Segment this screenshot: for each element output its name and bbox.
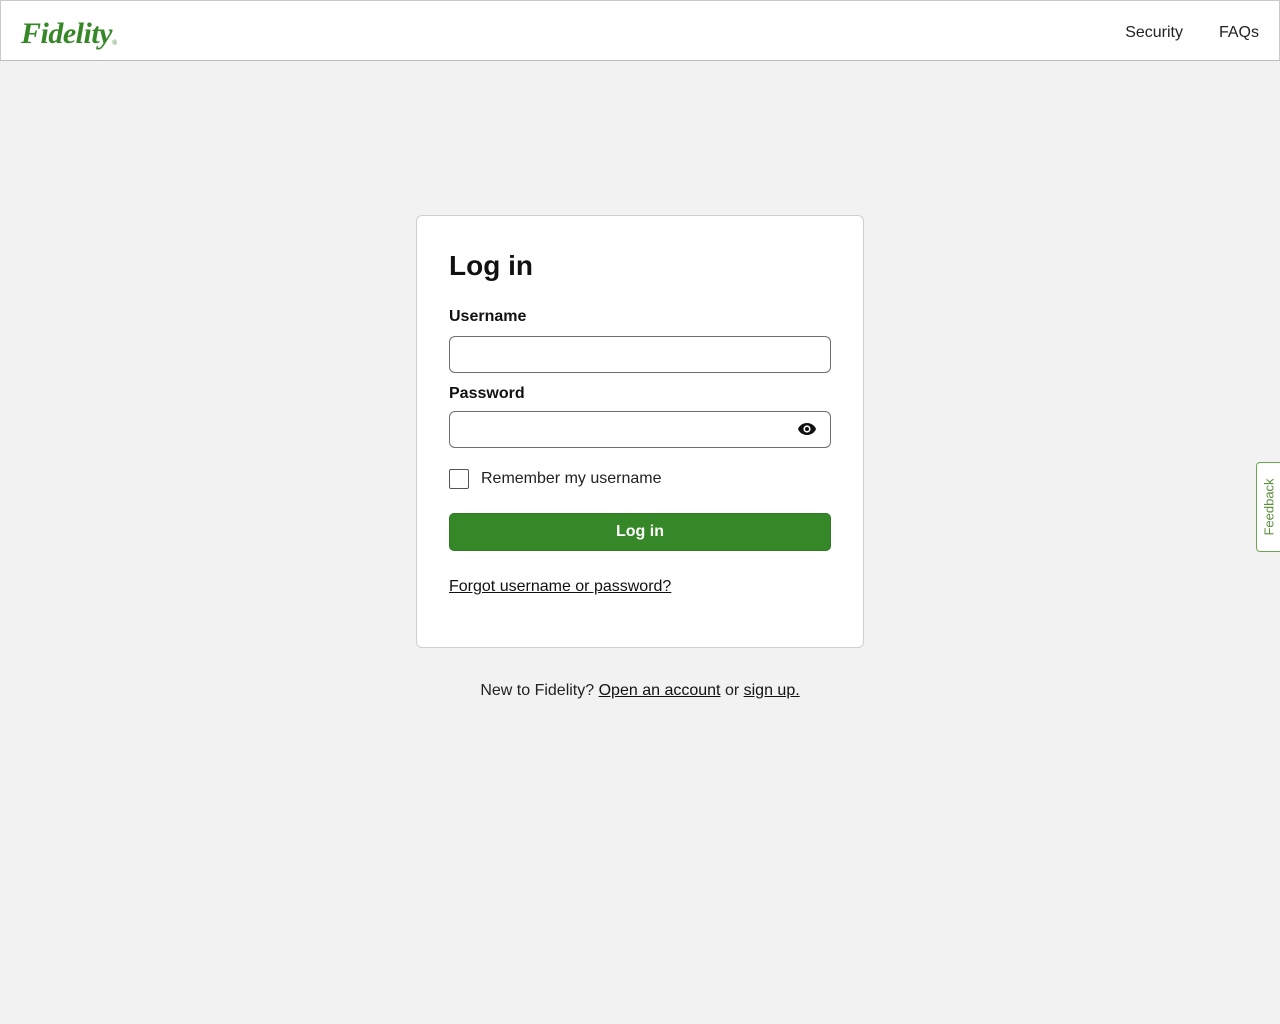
forgot-credentials-link[interactable]: Forgot username or password? — [449, 577, 671, 597]
eye-icon[interactable] — [797, 422, 817, 436]
sign-up-link[interactable]: sign up. — [744, 682, 800, 699]
password-input[interactable] — [449, 411, 831, 448]
fidelity-logo[interactable]: Fidelity® — [21, 16, 117, 59]
header-nav: Security FAQs — [1125, 23, 1259, 43]
feedback-tab[interactable]: Feedback — [1256, 462, 1280, 552]
username-input[interactable] — [449, 336, 831, 373]
new-to-fidelity-text: New to Fidelity? — [480, 682, 595, 699]
remember-username: Remember my username — [449, 469, 662, 489]
open-account-link[interactable]: Open an account — [599, 682, 721, 699]
feedback-label: Feedback — [1261, 478, 1276, 536]
login-card: Log in Username Password Remember my use… — [416, 215, 864, 648]
new-to-fidelity: New to Fidelity? Open an account or sign… — [0, 681, 1280, 701]
remember-label[interactable]: Remember my username — [481, 469, 662, 489]
nav-faqs-link[interactable]: FAQs — [1219, 23, 1259, 43]
username-label: Username — [449, 308, 527, 325]
top-header: Fidelity® Security FAQs — [0, 0, 1280, 61]
login-title: Log in — [449, 250, 533, 281]
nav-security-link[interactable]: Security — [1125, 23, 1183, 43]
login-button[interactable]: Log in — [449, 513, 831, 551]
remember-checkbox[interactable] — [449, 469, 469, 489]
password-label: Password — [449, 385, 525, 402]
or-text: or — [724, 682, 740, 699]
